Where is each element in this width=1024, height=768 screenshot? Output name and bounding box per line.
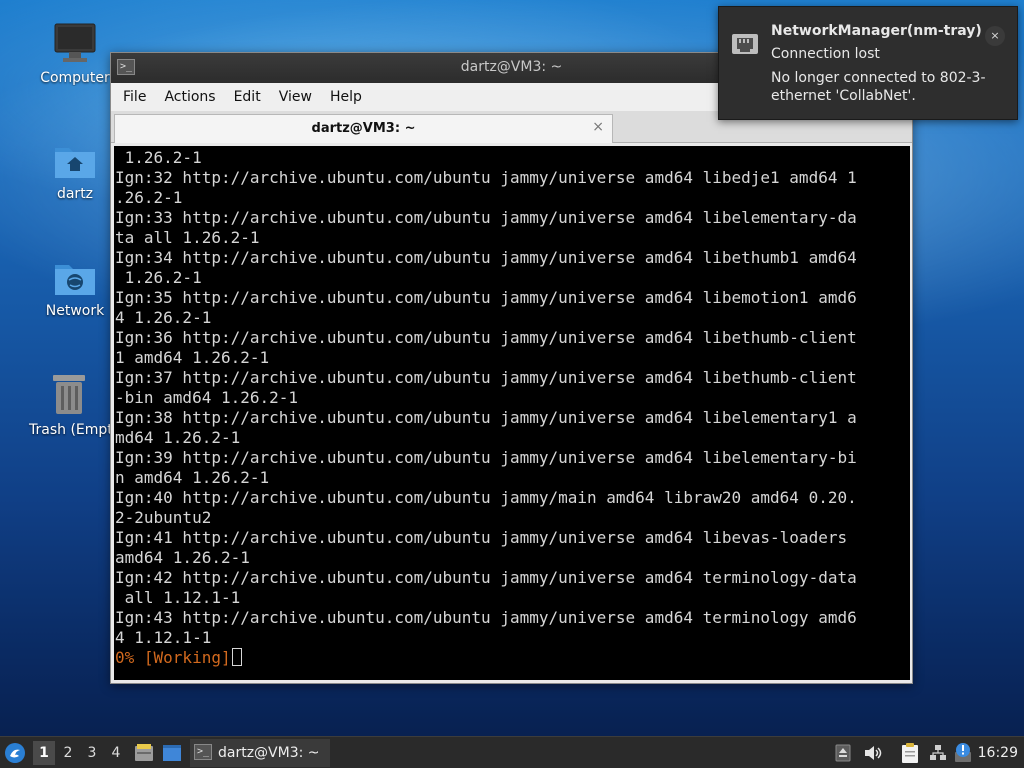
home-folder-icon <box>55 148 95 178</box>
terminal-line: Ign:43 http://archive.ubuntu.com/ubuntu … <box>115 608 857 627</box>
desktop-icon-computer[interactable]: Computer <box>27 22 123 86</box>
terminal-line: Ign:36 http://archive.ubuntu.com/ubuntu … <box>115 328 857 347</box>
tab-terminal[interactable]: dartz@VM3: ~ × <box>114 114 613 143</box>
network-wired-icon <box>732 34 758 54</box>
menu-actions[interactable]: Actions <box>155 89 224 105</box>
terminal-line: 1 amd64 1.26.2-1 <box>115 348 270 367</box>
task-label: dartz@VM3: ~ <box>218 745 320 761</box>
network-icon[interactable] <box>929 744 947 762</box>
tab-label: dartz@VM3: ~ <box>311 121 416 136</box>
terminal-line: Ign:33 http://archive.ubuntu.com/ubuntu … <box>115 208 857 227</box>
terminal-icon: >_ <box>194 744 212 760</box>
close-tab-icon[interactable]: × <box>592 119 604 135</box>
desktop-icon-label: dartz <box>56 186 94 202</box>
terminal-output[interactable]: 1.26.2-1 Ign:32 http://archive.ubuntu.co… <box>114 146 910 680</box>
eject-icon[interactable] <box>835 744 851 762</box>
menu-file[interactable]: File <box>114 89 155 105</box>
menu-help[interactable]: Help <box>321 89 371 105</box>
terminal-line: 1.26.2-1 <box>115 268 202 287</box>
terminal-line: 1.26.2-1 <box>115 148 202 167</box>
terminal-line: Ign:37 http://archive.ubuntu.com/ubuntu … <box>115 368 857 387</box>
notification-summary: Connection lost <box>771 46 880 62</box>
terminal-line: Ign:35 http://archive.ubuntu.com/ubuntu … <box>115 288 857 307</box>
show-desktop-icon[interactable] <box>162 744 182 762</box>
apt-status-text: 0% [Working] <box>115 648 231 667</box>
desktop-switch-2[interactable]: 2 <box>57 741 79 765</box>
desktop-icon-trash[interactable]: Trash (Empty) <box>27 372 111 438</box>
terminal-line: md64 1.26.2-1 <box>115 428 241 447</box>
desktop-icon-label: Computer <box>40 70 110 86</box>
clipboard-icon[interactable] <box>900 742 920 764</box>
text-cursor <box>231 648 242 666</box>
taskbar-task-terminal[interactable]: >_ dartz@VM3: ~ <box>190 739 330 767</box>
desktop-icon-label: Trash (Empty) <box>29 422 111 438</box>
terminal-line: Ign:41 http://archive.ubuntu.com/ubuntu … <box>115 528 848 547</box>
network-notification[interactable]: NetworkManager(nm-tray) Connection lost … <box>718 6 1018 120</box>
terminal-line: Ign:38 http://archive.ubuntu.com/ubuntu … <box>115 408 857 427</box>
update-notifier-icon[interactable] <box>953 742 973 764</box>
terminal-line: Ign:40 http://archive.ubuntu.com/ubuntu … <box>115 488 857 507</box>
desktop-switch-3[interactable]: 3 <box>81 741 103 765</box>
taskbar: 1 2 3 4 >_ dartz@VM3: ~ 16:29 <box>0 736 1024 768</box>
terminal-line: amd64 1.26.2-1 <box>115 548 250 567</box>
desktop-icon-home[interactable]: dartz <box>27 140 123 202</box>
terminal-line: 4 1.26.2-1 <box>115 308 212 327</box>
terminal-line: n amd64 1.26.2-1 <box>115 468 270 487</box>
terminal-line: ta all 1.26.2-1 <box>115 228 260 247</box>
desktop-switch-1[interactable]: 1 <box>33 741 55 765</box>
desktop-icon-network[interactable]: Network <box>27 257 123 319</box>
computer-icon <box>54 23 96 62</box>
network-folder-icon <box>55 265 95 295</box>
file-manager-icon[interactable] <box>134 743 154 763</box>
terminal-line: 4 1.12.1-1 <box>115 628 212 647</box>
terminal-line: Ign:32 http://archive.ubuntu.com/ubuntu … <box>115 168 857 187</box>
volume-icon[interactable] <box>863 744 883 762</box>
desktop-switch-4[interactable]: 4 <box>105 741 127 765</box>
desktop-icon-label: Network <box>45 303 105 319</box>
lxqt-start-icon[interactable] <box>4 742 26 764</box>
terminal-line: Ign:42 http://archive.ubuntu.com/ubuntu … <box>115 568 857 587</box>
trash-icon <box>53 375 85 414</box>
menu-view[interactable]: View <box>270 89 321 105</box>
menu-edit[interactable]: Edit <box>225 89 270 105</box>
terminal-line: -bin amd64 1.26.2-1 <box>115 388 299 407</box>
notification-title: NetworkManager(nm-tray) <box>771 23 982 39</box>
terminal-window: >_ dartz@VM3: ~ File Actions Edit View H… <box>110 52 913 684</box>
notification-body: No longer connected to 802-3-ethernet 'C… <box>771 70 986 104</box>
terminal-line: Ign:34 http://archive.ubuntu.com/ubuntu … <box>115 248 857 267</box>
close-icon[interactable]: × <box>985 26 1005 46</box>
terminal-line: Ign:39 http://archive.ubuntu.com/ubuntu … <box>115 448 857 467</box>
clock[interactable]: 16:29 <box>978 737 1018 768</box>
terminal-line: .26.2-1 <box>115 188 183 207</box>
terminal-line: all 1.12.1-1 <box>115 588 241 607</box>
terminal-line: 2-2ubuntu2 <box>115 508 212 527</box>
